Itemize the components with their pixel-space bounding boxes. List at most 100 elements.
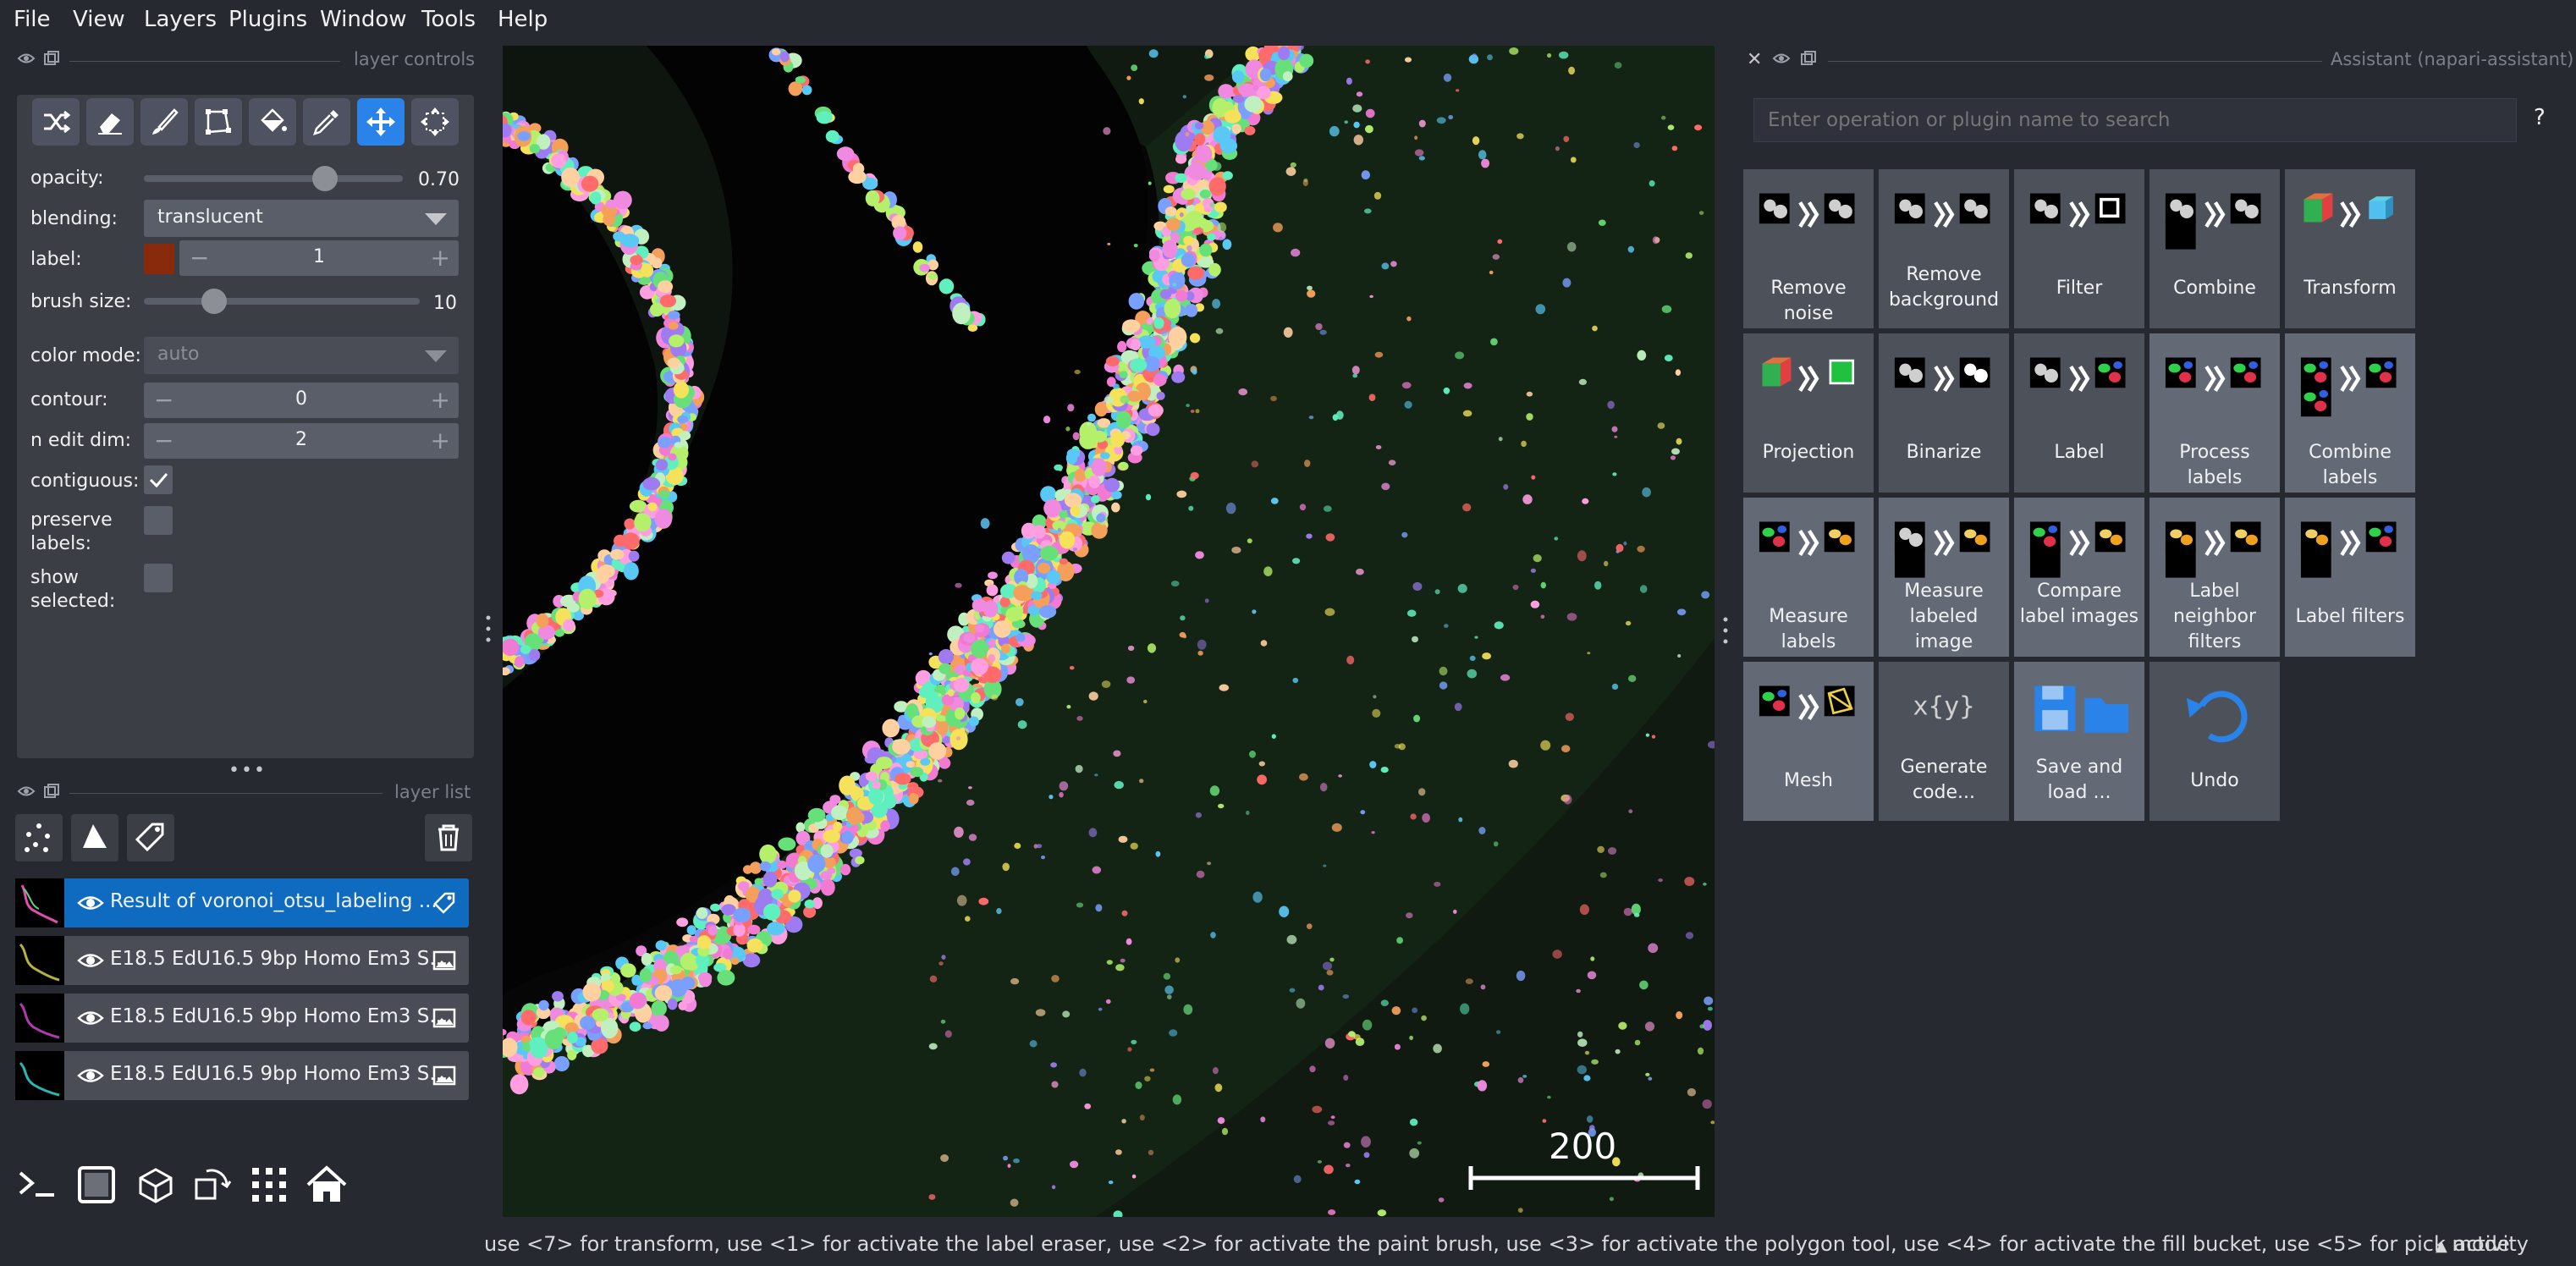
operation-icon <box>2165 193 2261 250</box>
menu-window[interactable]: Window <box>320 7 407 32</box>
delete-layer-button[interactable] <box>425 814 472 861</box>
cell <box>1458 817 1463 823</box>
cell <box>1594 581 1602 590</box>
opacity-slider[interactable] <box>144 175 403 182</box>
splitter-handle[interactable]: ••• <box>228 760 267 781</box>
dock-close-icon[interactable] <box>17 784 36 802</box>
increment-icon[interactable]: + <box>431 386 450 414</box>
visibility-eye-icon[interactable] <box>76 948 105 973</box>
fill-bucket-button[interactable] <box>249 98 296 146</box>
activity-button[interactable]: ▲ activity <box>2436 1232 2529 1256</box>
color-picker-button[interactable] <box>303 98 350 146</box>
operation-tile[interactable]: Label neighbor filters <box>2149 498 2280 657</box>
layer-name[interactable]: Result of voronoi_otsu_labeling ... <box>110 890 438 912</box>
search-input[interactable] <box>1754 99 2516 141</box>
operation-tile[interactable]: Combine <box>2149 169 2280 328</box>
n-edit-dim-spinbox[interactable]: − 2 + <box>144 423 459 459</box>
cell <box>1707 1006 1713 1011</box>
operation-tile[interactable]: Compare label images <box>2014 498 2144 657</box>
left-dock-splitter[interactable] <box>486 614 491 647</box>
operation-tile[interactable]: Projection <box>1743 333 1874 493</box>
grid-button[interactable] <box>245 1161 293 1208</box>
shuffle-colors-button[interactable] <box>32 98 80 146</box>
ndisplay-button[interactable] <box>73 1161 120 1208</box>
cell <box>1049 795 1054 800</box>
operation-tile[interactable]: Remove noise <box>1743 169 1874 328</box>
menu-plugins[interactable]: Plugins <box>228 7 307 32</box>
operation-tile[interactable]: Measure labeled image <box>1879 498 2009 657</box>
transpose-button[interactable] <box>188 1161 235 1208</box>
cell <box>983 600 999 618</box>
increment-icon[interactable]: + <box>431 427 450 454</box>
right-dock-splitter[interactable] <box>1723 616 1728 648</box>
operation-tile[interactable]: Label filters <box>2285 498 2415 657</box>
layer-row-image-2[interactable]: E18.5 EdU16.5 9bp Homo Em3 S... <box>15 994 469 1043</box>
pan-zoom-button[interactable] <box>411 98 459 146</box>
layer-name[interactable]: E18.5 EdU16.5 9bp Homo Em3 S... <box>110 1005 448 1027</box>
menu-view[interactable]: View <box>73 7 125 32</box>
operation-tile[interactable]: Label <box>2014 333 2144 493</box>
cell <box>1517 1208 1523 1213</box>
layer-name[interactable]: E18.5 EdU16.5 9bp Homo Em3 S... <box>110 948 448 970</box>
polygon-button[interactable] <box>195 98 242 146</box>
transform-button[interactable] <box>357 98 405 146</box>
brush-size-slider-handle[interactable] <box>201 289 227 314</box>
operation-tile[interactable]: Save and load ... <box>2014 662 2144 821</box>
operation-tile[interactable]: x{y} Generate code... <box>1879 662 2009 821</box>
operation-tile[interactable]: Filter <box>2014 169 2144 328</box>
label-color-swatch[interactable] <box>144 244 174 274</box>
operation-tile[interactable]: Transform <box>2285 169 2415 328</box>
contiguous-label: contiguous: <box>30 471 140 492</box>
color-mode-dropdown[interactable]: auto <box>144 337 459 374</box>
operation-tile[interactable]: Mesh <box>1743 662 1874 821</box>
show-selected-checkbox[interactable] <box>144 564 173 592</box>
layer-row-image-3[interactable]: E18.5 EdU16.5 9bp Homo Em3 S... <box>15 1051 469 1100</box>
dock-float-icon[interactable] <box>44 784 59 802</box>
contiguous-checkbox[interactable] <box>144 465 173 494</box>
brush-size-slider[interactable] <box>144 298 420 305</box>
paint-brush-button[interactable] <box>140 98 188 146</box>
assistant-close-icon[interactable]: ✕ <box>1747 49 1762 70</box>
eraser-button[interactable] <box>86 98 134 146</box>
increment-icon[interactable]: + <box>431 244 450 272</box>
operation-tile[interactable]: Undo <box>2149 662 2280 821</box>
operation-tile[interactable]: Remove background <box>1879 169 2009 328</box>
operation-tile[interactable]: Binarize <box>1879 333 2009 493</box>
menu-tools[interactable]: Tools <box>421 7 476 32</box>
cell <box>596 567 610 584</box>
menu-file[interactable]: File <box>14 7 51 32</box>
layer-row-labels[interactable]: Result of voronoi_otsu_labeling ... <box>15 878 469 927</box>
cell <box>667 357 681 369</box>
dock-close-icon[interactable] <box>17 51 36 69</box>
layer-name[interactable]: E18.5 EdU16.5 9bp Homo Em3 S... <box>110 1063 448 1085</box>
image-canvas[interactable]: 200 <box>503 46 1715 1217</box>
new-labels-layer-button[interactable] <box>127 814 174 861</box>
roll-dims-button[interactable] <box>132 1161 179 1208</box>
contour-spinbox[interactable]: − 0 + <box>144 383 459 418</box>
operation-tile[interactable]: Process labels <box>2149 333 2280 493</box>
cell <box>1482 652 1491 660</box>
image-layer-type-icon <box>432 1063 457 1088</box>
console-button[interactable] <box>14 1161 61 1208</box>
cell <box>1443 387 1450 394</box>
operation-tile[interactable]: Measure labels <box>1743 498 1874 657</box>
home-button[interactable] <box>303 1161 350 1208</box>
dock-float-icon[interactable] <box>1801 51 1816 69</box>
blending-dropdown[interactable]: translucent <box>144 200 459 237</box>
dock-hide-icon[interactable] <box>1772 51 1791 69</box>
dock-float-icon[interactable] <box>44 51 59 69</box>
layer-row-image-1[interactable]: E18.5 EdU16.5 9bp Homo Em3 S... <box>15 936 469 985</box>
help-button[interactable]: ? <box>2534 105 2546 130</box>
menu-layers[interactable]: Layers <box>144 7 217 32</box>
operation-search-field[interactable] <box>1753 98 2517 142</box>
new-shapes-layer-button[interactable] <box>71 814 118 861</box>
label-spinbox[interactable]: − 1 + <box>179 240 459 276</box>
visibility-eye-icon[interactable] <box>76 890 105 916</box>
menu-help[interactable]: Help <box>498 7 548 32</box>
operation-tile[interactable]: Combine labels <box>2285 333 2415 493</box>
visibility-eye-icon[interactable] <box>76 1005 105 1031</box>
preserve-labels-checkbox[interactable] <box>144 506 173 535</box>
new-points-layer-button[interactable] <box>15 814 63 861</box>
opacity-slider-handle[interactable] <box>312 166 339 191</box>
visibility-eye-icon[interactable] <box>76 1063 105 1088</box>
